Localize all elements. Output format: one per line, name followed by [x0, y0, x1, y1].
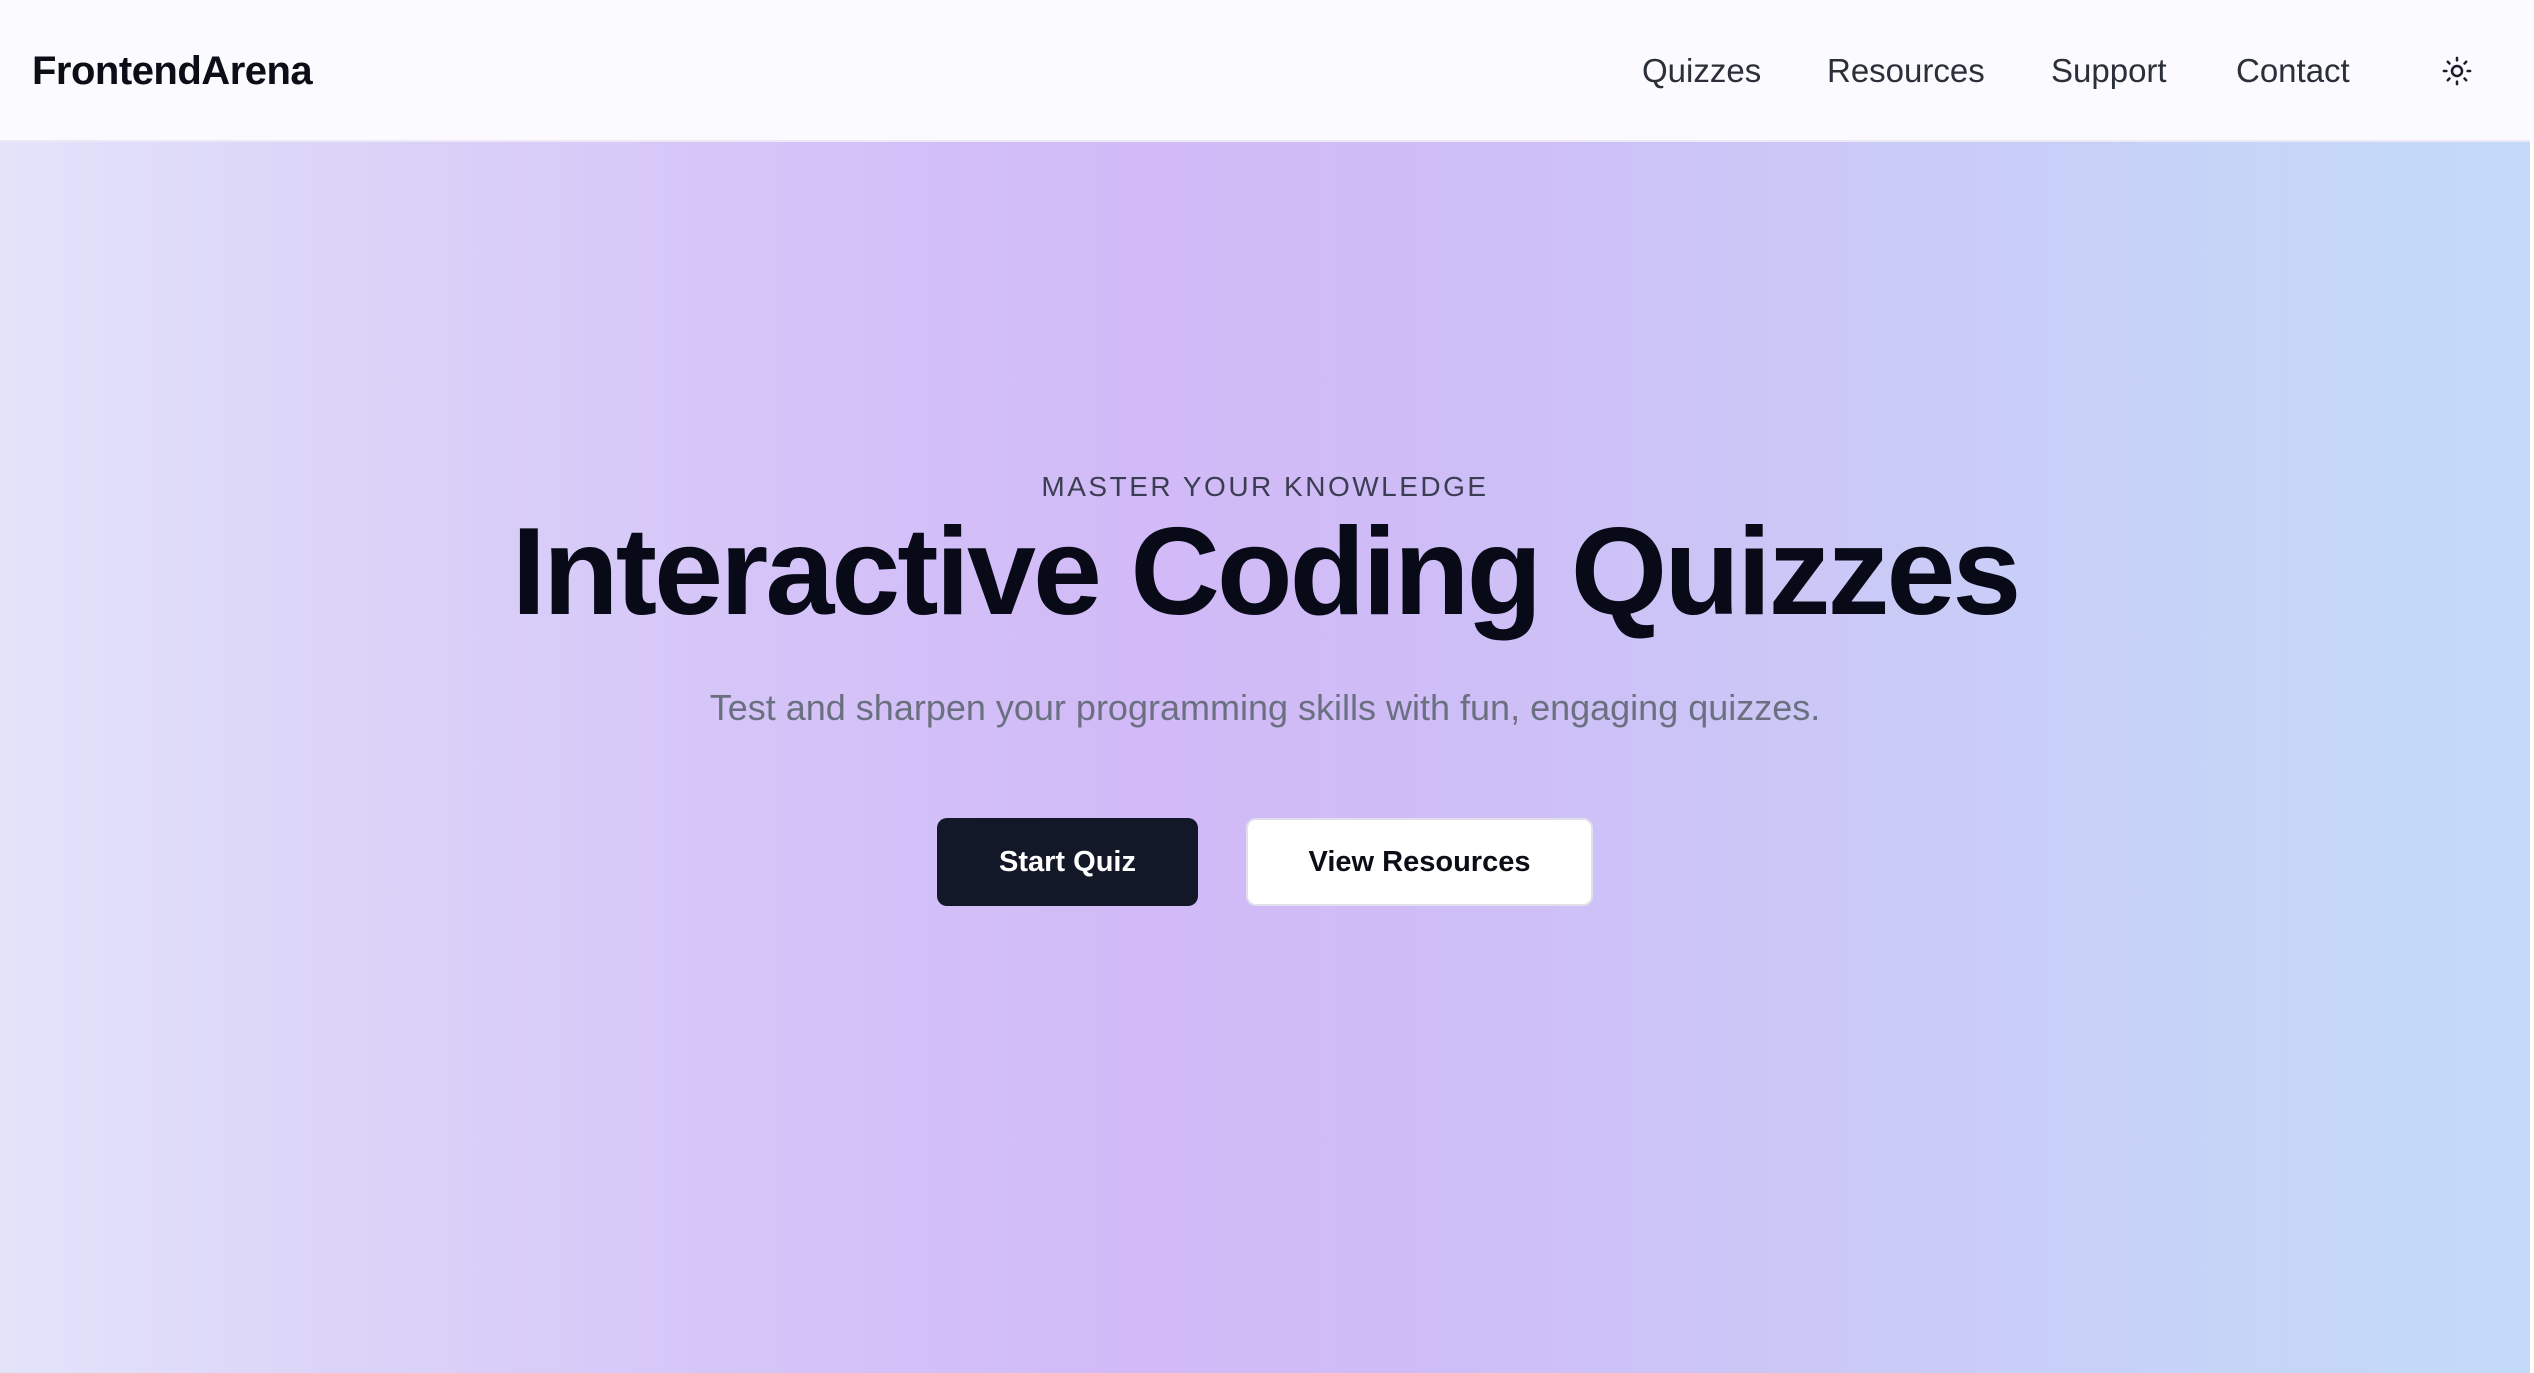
brand-logo[interactable]: FrontendArena [32, 44, 313, 98]
nav-support[interactable]: Support [2051, 44, 2167, 98]
nav-quizzes[interactable]: Quizzes [1642, 44, 1761, 98]
sun-icon [2442, 56, 2472, 86]
hero-title: Interactive Coding Quizzes [511, 503, 2022, 641]
hero-subtitle: Test and sharpen your programming skills… [709, 687, 1821, 728]
nav-contact[interactable]: Contact [2236, 44, 2350, 98]
start-quiz-button[interactable]: Start Quiz [937, 818, 1198, 906]
theme-toggle-button[interactable] [2436, 50, 2478, 92]
window-edge [2530, 0, 2534, 1373]
view-resources-button[interactable]: View Resources [1246, 818, 1593, 906]
hero-section: MASTER YOUR KNOWLEDGE Interactive Coding… [0, 142, 2530, 1373]
site-header: FrontendArena Quizzes Resources Support … [0, 0, 2530, 142]
nav-resources[interactable]: Resources [1827, 44, 1985, 98]
page: FrontendArena Quizzes Resources Support … [0, 0, 2534, 1373]
